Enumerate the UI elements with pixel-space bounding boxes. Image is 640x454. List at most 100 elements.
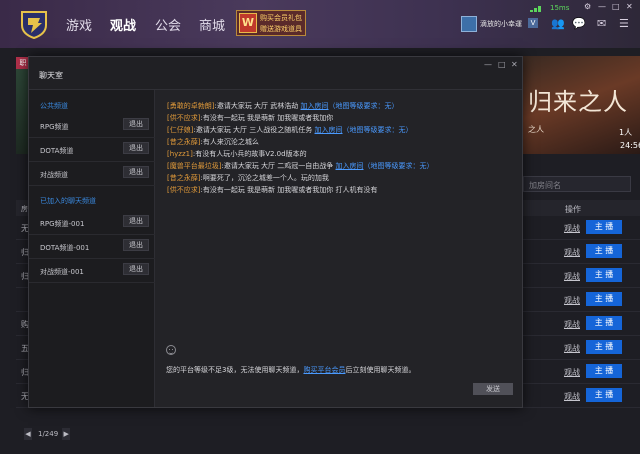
platform-logo-icon[interactable] [20, 9, 48, 39]
send-button[interactable]: 发送 [473, 383, 513, 395]
sender-name[interactable]: [昔之永薛] [167, 138, 200, 146]
host-button[interactable]: 主 播 [586, 364, 622, 378]
watch-link[interactable]: 观战 [564, 343, 580, 354]
exit-channel-button[interactable]: 退出 [123, 118, 149, 130]
hero-right-viewer-count: 1人 [619, 128, 633, 137]
channel-item-dota[interactable]: DOTA频道 退出 [29, 138, 155, 162]
watch-link[interactable]: 观战 [564, 295, 580, 306]
exit-channel-button[interactable]: 退出 [123, 239, 149, 251]
watch-link[interactable]: 观战 [564, 247, 580, 258]
channel-item-battle[interactable]: 对战频道 退出 [29, 162, 155, 186]
page-indicator: 1/249 [38, 430, 59, 438]
host-button[interactable]: 主 播 [586, 268, 622, 282]
watch-link[interactable]: 观战 [564, 271, 580, 282]
message-text: :有人来沉沦之城么 [200, 138, 259, 146]
channel-item-rpg[interactable]: RPG频道 退出 [29, 114, 155, 138]
host-button[interactable]: 主 播 [586, 340, 622, 354]
join-room-link[interactable]: 加入房间 [315, 126, 343, 134]
channel-label: DOTA频道 [40, 147, 74, 155]
join-room-link[interactable]: 加入房间 [301, 102, 329, 110]
column-operation: 操作 [565, 205, 581, 214]
join-room-link[interactable]: 加入房间 [336, 162, 364, 170]
nav-shop[interactable]: 商城 [199, 15, 225, 34]
mail-icon[interactable]: ✉ [597, 17, 606, 30]
menu-icon[interactable]: ☰ [619, 17, 629, 30]
sender-name[interactable]: [勇敢的卓勃朗] [167, 102, 214, 110]
watch-link[interactable]: 观战 [564, 223, 580, 234]
buy-membership-link[interactable]: 购买平台会员 [303, 366, 345, 374]
promo-w-icon: W [239, 13, 257, 33]
chat-message: [昔之永薛]:有人来沉沦之城么 [167, 137, 259, 147]
chat-message: [hyzz1]:有没有人玩小兵的故事V2.0d版本的 [167, 149, 307, 159]
watch-link[interactable]: 观战 [564, 391, 580, 402]
message-text: :啊要死了，沉沦之城差一个人。玩的加我 [200, 174, 329, 182]
watch-link[interactable]: 观战 [564, 367, 580, 378]
promo-banner[interactable]: W 购买会员礼包 赠送游戏道具 [236, 10, 306, 36]
dialog-close-icon[interactable]: ✕ [511, 60, 518, 69]
nav-game[interactable]: 游戏 [66, 15, 92, 34]
column-room: 房 [21, 205, 28, 213]
minimize-icon[interactable]: — [598, 2, 606, 11]
sender-name[interactable]: [hyzz1] [167, 150, 193, 158]
message-text: :有没有一起玩 我是萌新 加我喔或者我加你 打人机有没有 [200, 186, 378, 194]
nav-watch[interactable]: 观战 [110, 15, 136, 34]
host-button[interactable]: 主 播 [586, 316, 622, 330]
level-notice: 您的平台等级不足3级，无法使用聊天频道，购买平台会员后立刻使用聊天频道。 [166, 365, 415, 375]
close-icon[interactable]: ✕ [626, 2, 633, 11]
host-button[interactable]: 主 播 [586, 292, 622, 306]
channel-label: DOTA频道-001 [40, 244, 90, 252]
host-button[interactable]: 主 播 [586, 244, 622, 258]
chat-icon[interactable]: 💬 [572, 17, 586, 30]
settings-icon[interactable]: ⚙ [584, 2, 591, 11]
channel-item-battle-001[interactable]: 对战频道-001 退出 [29, 259, 155, 283]
sender-name[interactable]: [供不应求] [167, 186, 200, 194]
avatar[interactable] [461, 16, 477, 32]
exit-channel-button[interactable]: 退出 [123, 215, 149, 227]
prev-page-icon[interactable]: ◀ [24, 428, 32, 440]
dialog-titlebar[interactable]: 聊天室 — □ ✕ [29, 57, 522, 90]
message-text: :有没有一起玩 我是萌新 加我喔或者我加你 [200, 114, 334, 122]
sender-name[interactable]: [仁仔娘] [167, 126, 193, 134]
dialog-maximize-icon[interactable]: □ [498, 60, 506, 69]
chat-room-dialog: 聊天室 — □ ✕ 公共频道 RPG频道 退出 DOTA频道 退出 对战频道 退… [28, 56, 523, 408]
vip-level-badge: V [528, 18, 538, 28]
sender-name[interactable]: [魔兽平台最垃圾] [167, 162, 221, 170]
channel-item-rpg-001[interactable]: RPG频道-001 退出 [29, 211, 155, 235]
map-level-requirement: （地图等级要求：无） [328, 102, 399, 110]
nav-guild[interactable]: 公会 [155, 15, 181, 34]
chat-message: [昔之永薛]:啊要死了，沉沦之城差一个人。玩的加我 [167, 173, 329, 183]
promo-line-2: 赠送游戏道具 [260, 25, 302, 33]
map-level-requirement: （地图等级要求：无） [342, 126, 413, 134]
sender-name[interactable]: [昔之永薛] [167, 174, 200, 182]
message-text: :邀请大家玩 大厅 三人战役之随机任务 [193, 126, 315, 134]
ping-value: 15ms [550, 4, 570, 12]
host-button[interactable]: 主 播 [586, 388, 622, 402]
exit-channel-button[interactable]: 退出 [123, 142, 149, 154]
chat-message: [供不应求]:有没有一起玩 我是萌新 加我喔或者我加你 打人机有没有 [167, 185, 378, 195]
channel-label: RPG频道-001 [40, 220, 85, 228]
section-public-channels: 公共频道 [40, 102, 68, 110]
channel-item-dota-001[interactable]: DOTA频道-001 退出 [29, 235, 155, 259]
hero-right-time: 24:56 [620, 141, 640, 150]
chat-message: [勇敢的卓勃朗]:邀请大家玩 大厅 武林浩劫 加入房间（地图等级要求：无） [167, 101, 399, 111]
next-page-icon[interactable]: ▶ [62, 428, 71, 440]
channel-label: RPG频道 [40, 123, 69, 131]
sender-name[interactable]: [供不应求] [167, 114, 200, 122]
promo-line-1: 购买会员礼包 [260, 14, 302, 22]
maximize-icon[interactable]: □ [612, 2, 620, 11]
username[interactable]: 滴放的小幸運 [480, 19, 522, 29]
exit-channel-button[interactable]: 退出 [123, 166, 149, 178]
pagination: ◀ 1/249 ▶ [24, 427, 71, 441]
exit-channel-button[interactable]: 退出 [123, 263, 149, 275]
friends-icon[interactable]: 👥 [551, 17, 565, 30]
dialog-title: 聊天室 [39, 71, 63, 80]
host-button[interactable]: 主 播 [586, 220, 622, 234]
top-bar: 游戏 观战 公会 商城 W 购买会员礼包 赠送游戏道具 滴放的小幸運 V 15m… [0, 0, 640, 48]
message-text: :邀请大家玩 大厅 武林浩劫 [214, 102, 301, 110]
room-search-placeholder: 加房间名 [529, 181, 561, 190]
chat-message: [仁仔娘]:邀请大家玩 大厅 三人战役之随机任务 加入房间（地图等级要求：无） [167, 125, 413, 135]
dialog-minimize-icon[interactable]: — [484, 60, 492, 69]
emoji-icon[interactable] [166, 345, 176, 355]
channel-label: 对战频道 [40, 171, 68, 179]
watch-link[interactable]: 观战 [564, 319, 580, 330]
